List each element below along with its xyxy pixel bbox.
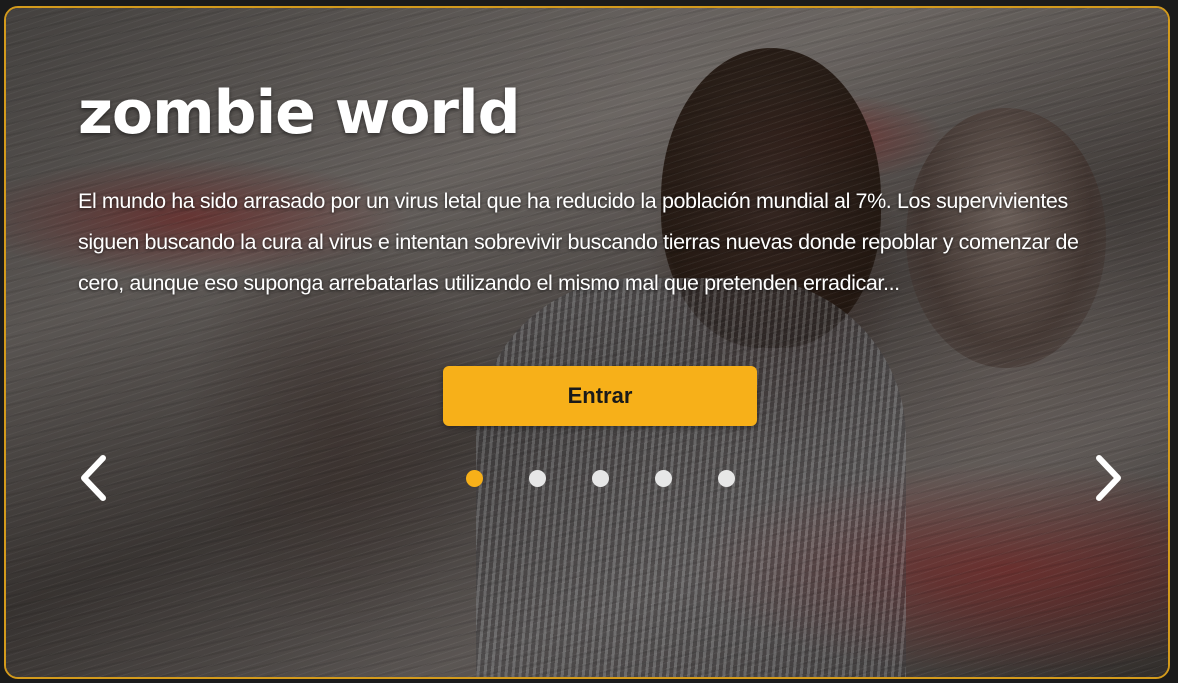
chevron-left-icon [76, 452, 110, 509]
carousel-dot-2[interactable] [529, 470, 546, 487]
enter-button[interactable]: Entrar [443, 366, 757, 426]
chevron-right-icon [1092, 452, 1126, 509]
hero-description: El mundo ha sido arrasado por un virus l… [78, 189, 1079, 295]
carousel-indicators [466, 470, 735, 487]
carousel-dot-3[interactable] [592, 470, 609, 487]
carousel-prev-button[interactable] [68, 452, 118, 508]
carousel-next-button[interactable] [1084, 452, 1134, 508]
carousel-dot-1[interactable] [466, 470, 483, 487]
hero-title: zombie world [78, 78, 521, 148]
carousel-dot-5[interactable] [718, 470, 735, 487]
carousel-dot-4[interactable] [655, 470, 672, 487]
